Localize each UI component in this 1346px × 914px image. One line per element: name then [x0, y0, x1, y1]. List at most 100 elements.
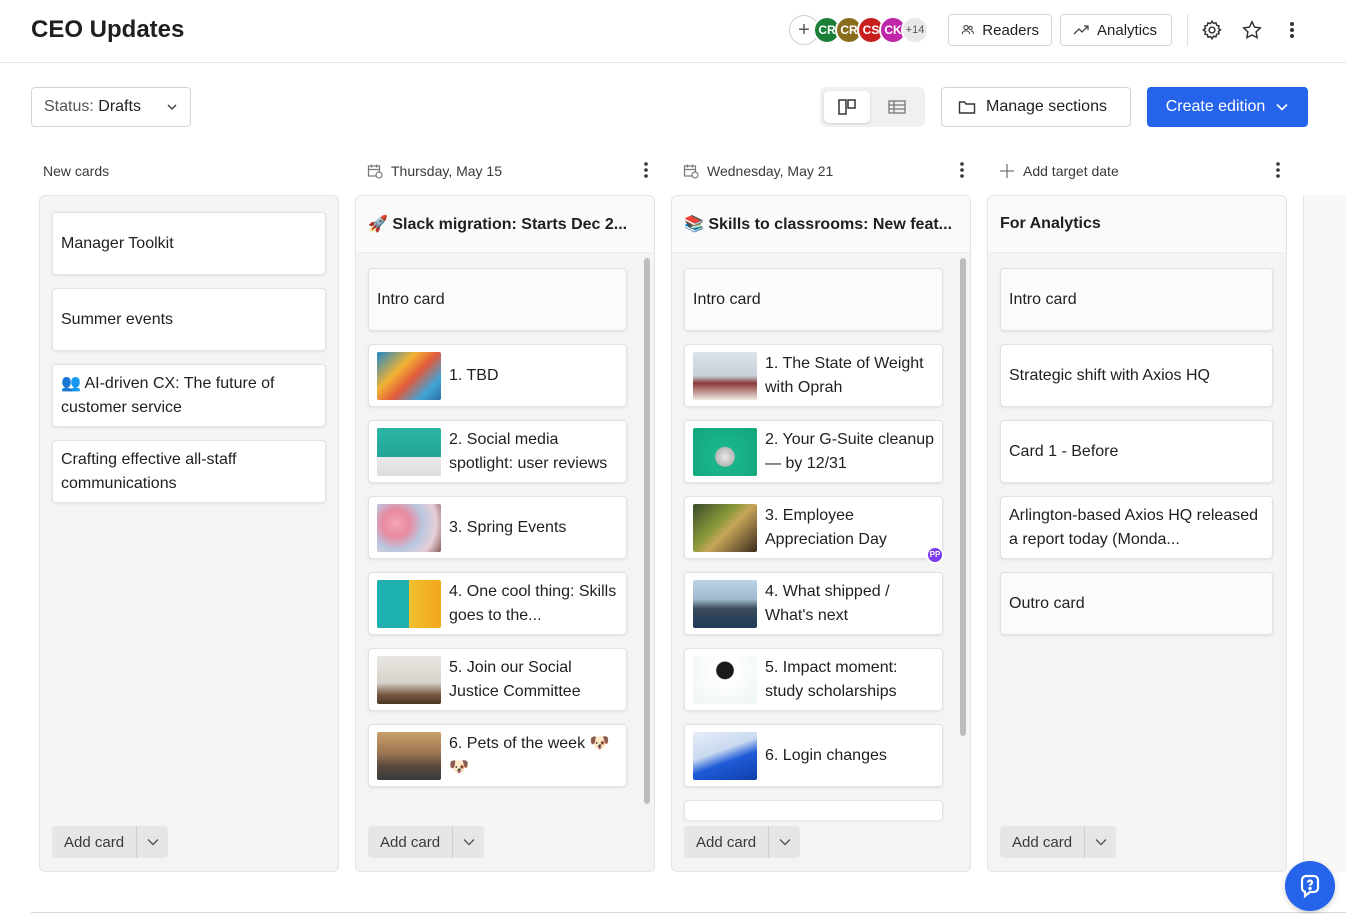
card[interactable]: 1. The State of Weight with Oprah	[684, 344, 943, 407]
table-icon	[888, 100, 906, 114]
kebab-icon	[1290, 22, 1294, 38]
add-card-options-button[interactable]	[452, 826, 485, 858]
card[interactable]: Strategic shift with Axios HQ	[1000, 344, 1273, 407]
card[interactable]: Card 1 - Before	[1000, 420, 1273, 483]
app-header: CEO Updates + CR CR CS CK +14 Readers An…	[0, 0, 1346, 63]
avatar-group[interactable]: + CR CR CS CK +14	[789, 15, 929, 45]
settings-button[interactable]	[1198, 16, 1226, 44]
board-view-button[interactable]	[824, 91, 870, 123]
card-thumbnail	[377, 579, 441, 628]
view-toggle	[820, 87, 925, 127]
card[interactable]: Intro card	[684, 268, 943, 331]
calendar-icon	[367, 164, 383, 179]
column-scrollbar[interactable]	[644, 258, 650, 804]
edition-title[interactable]: 🚀 Slack migration: Starts Dec 2...	[356, 196, 654, 253]
card[interactable]: 6. Login changes	[684, 724, 943, 787]
column-header-label: New cards	[43, 163, 110, 179]
table-view-button[interactable]	[874, 91, 920, 123]
card[interactable]: 2. Social media spotlight: user reviews	[368, 420, 627, 483]
card-thumbnail	[377, 427, 441, 476]
card[interactable]: 👥 AI-driven CX: The future of customer s…	[52, 364, 326, 427]
card-title: 1. TBD	[449, 366, 499, 384]
add-card-options-button[interactable]	[136, 826, 169, 858]
card-title: 1. The State of Weight with Oprah	[765, 354, 924, 396]
card[interactable]: 4. What shipped / What's next	[684, 572, 943, 635]
card-title: Arlington-based Axios HQ released a repo…	[1009, 506, 1259, 548]
card-thumbnail	[377, 731, 441, 780]
add-card-control: Add card	[684, 826, 801, 858]
add-card-button[interactable]: Add card	[684, 826, 769, 858]
favorite-button[interactable]	[1238, 16, 1266, 44]
card-thumbnail	[693, 503, 757, 552]
column-header-add-date: Add target date	[999, 158, 1281, 184]
card-title: 3. Employee Appreciation Day	[765, 506, 887, 548]
add-card-options-button[interactable]	[1084, 826, 1117, 858]
column-header-new-cards: New cards	[43, 158, 333, 184]
card[interactable]: Outro card	[1000, 572, 1273, 635]
page-title: CEO Updates	[31, 16, 185, 43]
add-card-button[interactable]: Add card	[1000, 826, 1085, 858]
bottom-divider	[31, 912, 1346, 913]
folder-icon	[958, 101, 976, 114]
readers-button[interactable]: Readers	[948, 14, 1052, 46]
column-menu-icon[interactable]	[959, 161, 965, 179]
card-thumbnail	[693, 579, 757, 628]
analytics-button[interactable]: Analytics	[1060, 14, 1172, 46]
more-options-button[interactable]	[1278, 16, 1306, 44]
add-card-control: Add card	[368, 826, 485, 858]
card-thumbnail	[693, 731, 757, 780]
card-title: Intro card	[693, 290, 761, 308]
card[interactable]: 1. TBD	[368, 344, 627, 407]
card[interactable]: 3. Spring Events	[368, 496, 627, 559]
manage-sections-button[interactable]: Manage sections	[941, 87, 1131, 127]
card[interactable]: 2. Your G-Suite cleanup — by 12/31	[684, 420, 943, 483]
header-divider	[1187, 14, 1188, 46]
column-menu-icon[interactable]	[643, 161, 649, 179]
card-title: Strategic shift with Axios HQ	[1009, 366, 1210, 384]
card[interactable]: Manager Toolkit	[52, 212, 326, 275]
chevron-down-icon	[463, 839, 475, 846]
column-scrollbar[interactable]	[960, 258, 966, 736]
edition-title[interactable]: 📚 Skills to classrooms: New feat...	[672, 196, 970, 253]
column-header-label[interactable]: Wednesday, May 21	[707, 163, 833, 179]
assignee-badge[interactable]: PP	[926, 546, 944, 564]
card[interactable]: Intro card	[368, 268, 627, 331]
add-target-date-link[interactable]: Add target date	[1023, 163, 1119, 179]
card[interactable]: Summer events	[52, 288, 326, 351]
column-for-analytics: For Analytics Intro card Strategic shift…	[987, 195, 1287, 872]
create-edition-button[interactable]: Create edition	[1147, 87, 1308, 127]
card-partial[interactable]	[684, 800, 943, 820]
card[interactable]: 3. Employee Appreciation Day PP	[684, 496, 944, 564]
chevron-down-icon	[1095, 839, 1107, 846]
plus-icon	[1000, 164, 1014, 178]
card[interactable]: Arlington-based Axios HQ released a repo…	[1000, 496, 1273, 559]
column-menu-icon[interactable]	[1275, 161, 1281, 179]
card[interactable]: 6. Pets of the week 🐶 🐶	[368, 724, 627, 787]
column-header-label[interactable]: Thursday, May 15	[391, 163, 502, 179]
card[interactable]: 4. One cool thing: Skills goes to the...	[368, 572, 627, 635]
edition-title[interactable]: For Analytics	[988, 196, 1286, 253]
card-title: Intro card	[1009, 290, 1077, 308]
card-thumbnail	[377, 655, 441, 704]
card-title: 2. Social media spotlight: user reviews	[449, 430, 608, 472]
status-label: Status:	[44, 98, 94, 115]
status-filter-select[interactable]: Status: Drafts	[31, 87, 191, 127]
help-chat-button[interactable]	[1285, 861, 1335, 911]
card-title: 5. Join our Social Justice Committee	[449, 658, 581, 700]
card[interactable]: 5. Impact moment: study scholarships	[684, 648, 943, 711]
add-card-button[interactable]: Add card	[52, 826, 137, 858]
card[interactable]: Intro card	[1000, 268, 1273, 331]
trend-icon	[1073, 25, 1089, 35]
manage-sections-label: Manage sections	[986, 98, 1107, 115]
column-header-may-21: Wednesday, May 21	[683, 158, 965, 184]
avatars-more-count[interactable]: +14	[901, 16, 929, 44]
add-card-options-button[interactable]	[768, 826, 801, 858]
add-card-button[interactable]: Add card	[368, 826, 453, 858]
card-thumbnail	[377, 351, 441, 400]
add-card-control: Add card	[1000, 826, 1117, 858]
card[interactable]: 5. Join our Social Justice Committee	[368, 648, 627, 711]
chevron-down-icon	[1276, 103, 1288, 111]
card-title: 👥 AI-driven CX: The future of customer s…	[61, 374, 275, 416]
card-thumbnail	[693, 427, 757, 476]
card[interactable]: Crafting effective all-staff communicati…	[52, 440, 326, 503]
